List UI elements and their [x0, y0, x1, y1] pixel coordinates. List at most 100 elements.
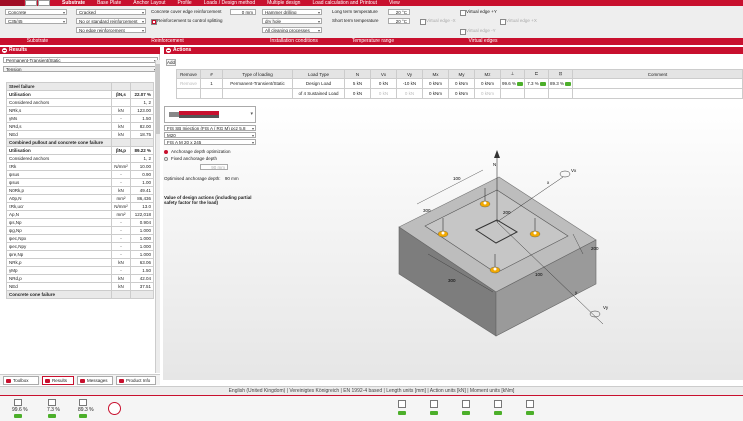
result-label: NEd	[6, 282, 112, 291]
group-label: Substrate	[26, 38, 49, 44]
virtual-edge-y-checkbox[interactable]: Virtual edge +Y	[460, 9, 497, 16]
virtual-edge-x-pos-checkbox[interactable]: Virtual edge +X	[500, 18, 537, 25]
view-icon[interactable]	[462, 400, 470, 408]
results-scrollbar[interactable]	[155, 60, 160, 373]
ok-badge	[462, 411, 470, 415]
material-select[interactable]: Concrete	[5, 9, 67, 15]
result-value: 1.000	[130, 234, 154, 243]
long-term-label: Long term temperature	[332, 9, 378, 14]
grade-select[interactable]: C35/45	[5, 18, 67, 24]
n-input[interactable]: 0 kN	[344, 88, 371, 99]
result-value	[130, 290, 154, 299]
result-label: Utilisation	[6, 146, 112, 155]
result-unit: -	[110, 226, 132, 235]
failure-mode-select[interactable]: Tension	[3, 66, 158, 72]
reinforcement-select[interactable]: No or standard reinforcement	[76, 18, 146, 24]
comment-input[interactable]	[572, 78, 743, 89]
edge-reinforcement-select[interactable]: No edge reinforcement	[76, 27, 146, 33]
my-input[interactable]: 0 kNm	[448, 88, 475, 99]
tab-results[interactable]: Results	[42, 376, 74, 385]
result-label: Steel failure	[6, 82, 112, 91]
short-term-label: Short term temperature	[332, 18, 379, 23]
ok-badge	[565, 81, 572, 86]
result-unit	[110, 290, 132, 299]
ribbon-group-labels: Substrate Reinforcement Installation con…	[0, 38, 743, 44]
mx-input[interactable]: 0 kNm	[422, 78, 449, 89]
remove-button[interactable]: Remove	[176, 78, 201, 89]
view-icon[interactable]	[494, 400, 502, 408]
result-value: 10.00	[130, 162, 154, 171]
mz-input[interactable]: 0 kNm	[474, 88, 501, 99]
tab-messages[interactable]: Messages	[77, 376, 113, 385]
mx-input[interactable]: 0 kNm	[422, 88, 449, 99]
short-term-input[interactable]: 20 °C	[388, 18, 410, 24]
ok-badge	[430, 411, 438, 415]
result-unit: kN	[110, 122, 132, 131]
long-term-input[interactable]: 20 °C	[388, 9, 410, 15]
utilisation-tension: 99.6 %	[499, 78, 526, 89]
virtual-edge-x-neg-checkbox[interactable]: Virtual edge -X	[420, 18, 456, 25]
size-select[interactable]: M20	[164, 132, 256, 138]
result-label: NRd,p	[6, 274, 112, 283]
result-value: 89.22 %	[130, 146, 154, 155]
add-action-button[interactable]: Add	[166, 59, 176, 66]
my-input[interactable]: 0 kNm	[448, 78, 475, 89]
result-label: τRk	[6, 162, 112, 171]
result-label: ψec,Npx	[6, 234, 112, 243]
result-value: 1.50	[130, 266, 154, 275]
result-value: 122,018	[130, 210, 154, 219]
vx-input[interactable]: 0 kN	[370, 78, 397, 89]
table-row: ψsus -0.90	[6, 170, 154, 179]
results-table: Steel failure Utilisation βN,s 22.07 % Consi…	[6, 82, 154, 299]
virtual-edge-y-neg-checkbox[interactable]: Virtual edge -Y	[460, 28, 496, 35]
cracked-select[interactable]: Cracked	[76, 9, 146, 15]
result-label: Considered anchors	[6, 98, 112, 107]
result-unit: mm²	[110, 194, 132, 203]
load-case-select[interactable]: Permanent-Transient/Static	[3, 57, 158, 63]
result-unit: -	[110, 218, 132, 227]
view-icon[interactable]	[398, 400, 406, 408]
ok-badge	[526, 411, 534, 415]
rod-select[interactable]: FIS A M 20 x 245	[164, 139, 256, 145]
view-icon[interactable]	[526, 400, 534, 408]
fixed-depth-radio[interactable]: Fixed anchorage depth	[164, 156, 284, 162]
table-row: N0Rk,p kN 49.41	[6, 186, 154, 195]
result-value: 1, 2	[130, 98, 154, 107]
messages-icon	[80, 379, 85, 383]
result-label: Combined pullout and concrete cone failu…	[6, 138, 112, 147]
cleaning-select[interactable]: All cleaning processes	[262, 27, 322, 33]
scrollbar-thumb[interactable]	[156, 64, 160, 134]
tab-product-info[interactable]: Product Info	[116, 376, 156, 385]
table-row[interactable]: of 4 Sustained Load 0 kN 0 kN 0 kN 0 kNm…	[176, 88, 743, 99]
col-number: #	[200, 69, 223, 79]
vy-input[interactable]: -10 kN	[396, 78, 423, 89]
result-unit: kN	[110, 130, 132, 139]
cover-input[interactable]: 0 mm	[230, 9, 256, 15]
table-row: ψec,Npx -1.000	[6, 234, 154, 243]
utilisation-combined: 89.3 %	[78, 407, 94, 413]
opt-depth-radio[interactable]: Anchorage depth optimization	[164, 149, 284, 155]
splitting-checkbox[interactable]: Reinforcement to control splitting	[151, 18, 223, 25]
view-icon[interactable]	[430, 400, 438, 408]
ok-badge	[48, 414, 56, 418]
drilling-select[interactable]: Hammer drilling	[262, 9, 322, 15]
vx-input[interactable]: 0 kN	[370, 88, 397, 99]
depth-input[interactable]: 90 mm	[200, 164, 228, 170]
stop-icon[interactable]	[108, 402, 121, 415]
table-row[interactable]: Remove 1 Permanent-Transient/Static Desi…	[176, 78, 743, 89]
hole-select[interactable]: dry hole	[262, 18, 322, 24]
tab-toolbox[interactable]: Toolbox	[3, 376, 39, 385]
load-type: Design Load	[292, 78, 345, 89]
n-input[interactable]: 5 kN	[344, 78, 371, 89]
table-row: NRk,s kN 123.00	[6, 106, 154, 115]
minus-circle-icon[interactable]	[2, 48, 7, 53]
loading-select[interactable]: Permanent-Transient/Static	[222, 78, 293, 89]
system-select[interactable]: FIS SB Injection (FIS A / RG M) pcz 5.8	[164, 125, 256, 131]
result-label: N0Rk,p	[6, 186, 112, 195]
result-unit: N/mm²	[110, 202, 132, 211]
product-image[interactable]: ▾	[164, 106, 256, 123]
result-unit: kN	[110, 106, 132, 115]
minus-circle-icon[interactable]	[166, 48, 171, 53]
vy-input[interactable]: 0 kN	[396, 88, 423, 99]
mz-input[interactable]: 0 kNm	[474, 78, 501, 89]
